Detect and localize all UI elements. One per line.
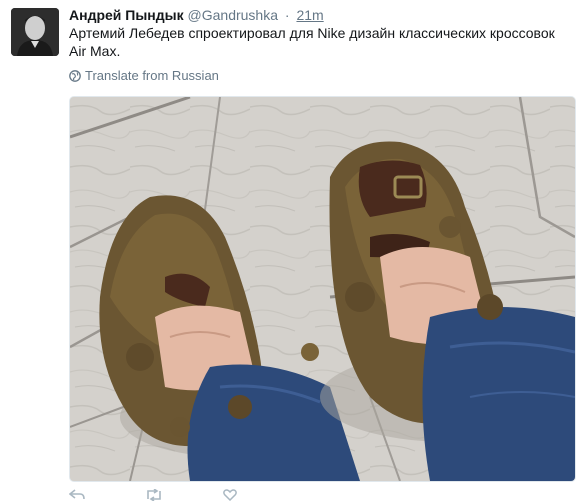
avatar[interactable]	[11, 8, 59, 56]
separator-dot: ·	[284, 7, 290, 23]
like-action[interactable]	[223, 489, 237, 501]
author-handle[interactable]: @Gandrushka	[188, 7, 278, 23]
retweet-action[interactable]	[145, 489, 163, 501]
timestamp-link[interactable]: 21m	[296, 7, 323, 23]
avatar-photo	[11, 8, 59, 56]
translate-link[interactable]: Translate from Russian	[69, 68, 219, 84]
author-name[interactable]: Андрей Пындык	[69, 7, 184, 23]
tweet-header: Андрей Пындык @Gandrushka · 21m	[69, 6, 324, 24]
tweet-actions	[69, 489, 237, 501]
tweet-photo[interactable]	[69, 96, 576, 482]
translate-label: Translate from Russian	[85, 68, 219, 83]
globe-icon	[69, 70, 81, 82]
muddy-shoes-photo	[70, 97, 575, 481]
reply-action[interactable]	[69, 489, 85, 501]
tweet-text: Артемий Лебедев спроектировал для Nike д…	[69, 25, 555, 59]
heart-icon	[223, 489, 237, 501]
reply-icon	[69, 489, 85, 500]
retweet-icon	[147, 489, 161, 501]
